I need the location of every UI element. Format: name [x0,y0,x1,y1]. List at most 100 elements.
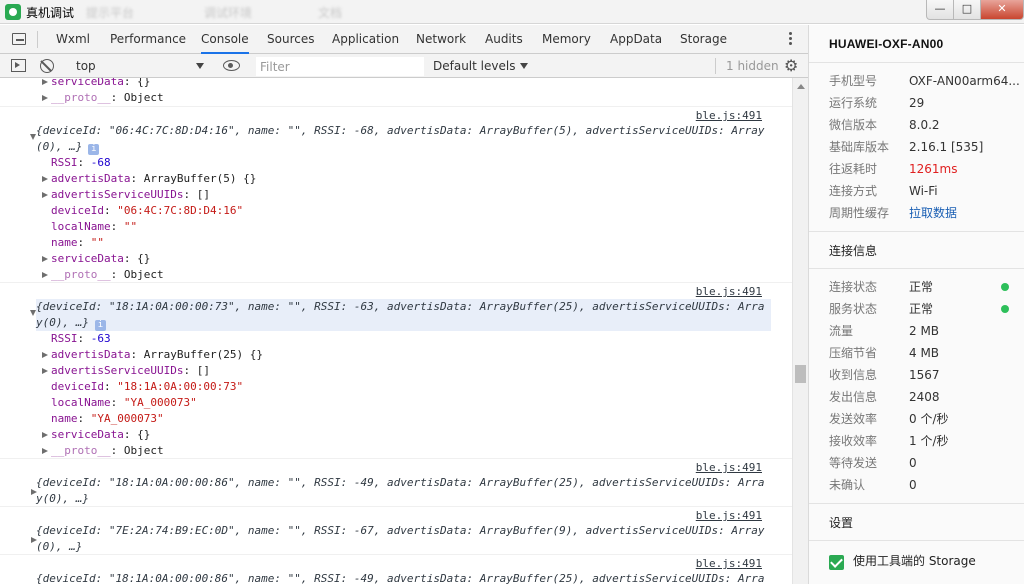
console-toolbar: top Default levels 1 hidden ⚙ [0,54,808,78]
prop-localName: localName: "YA_000073" [51,396,197,409]
scrollbar-thumb[interactable] [795,365,806,383]
prop-advertisData: advertisData: ArrayBuffer(25) {} [51,348,263,361]
info-row-model: 手机型号 OXF-AN00arm64... [829,74,1020,88]
tab-performance[interactable]: Performance [110,25,186,54]
close-button[interactable]: ✕ [980,0,1024,20]
expand-arrow-icon[interactable] [42,368,48,374]
conn-row-pending: 等待发送 0 [829,456,917,470]
device-info-panel: HUAWEI-OXF-AN00 手机型号 OXF-AN00arm64... 运行系… [808,25,1024,584]
devtools: Wxml Performance Console Sources Applica… [0,25,808,584]
tab-network[interactable]: Network [416,25,466,54]
info-row-wechat-version: 微信版本 8.0.2 [829,118,940,132]
context-value: top [76,59,96,73]
info-row-os: 运行系统 29 [829,96,925,110]
prop-RSSI: RSSI: -68 [51,156,111,169]
section-settings: 设置 [829,516,854,530]
background-tab: 文档 [318,6,343,20]
conn-row-status: 连接状态 正常 [829,278,1019,296]
more-vertical-icon[interactable] [789,32,793,48]
expand-arrow-icon[interactable] [42,352,48,358]
divider [809,268,1024,269]
object-summary: {deviceId: "18:1A:0A:00:00:73", name: ""… [36,299,771,331]
expand-arrow-icon[interactable] [42,79,48,85]
inspect-element-icon[interactable] [12,33,26,45]
hidden-count: 1 hidden [726,59,779,73]
source-link[interactable]: ble.js:491 [696,108,762,124]
console-entry[interactable]: ble.js:491 {deviceId: "18:1A:0A:00:00:73… [0,283,792,459]
prop-advertisData: advertisData: ArrayBuffer(5) {} [51,172,257,185]
context-select[interactable]: top [70,56,210,76]
source-link[interactable]: ble.js:491 [696,284,762,300]
divider [809,231,1024,232]
expand-arrow-icon[interactable] [42,448,48,454]
prop-proto: __proto__: Object [51,268,164,281]
info-row-connection-type: 连接方式 Wi-Fi [829,184,938,198]
tab-wxml[interactable]: Wxml [56,25,90,54]
source-link[interactable]: ble.js:491 [696,508,762,524]
console-entry[interactable]: ble.js:491 {deviceId: "18:1A:0A:00:00:86… [0,459,792,507]
console-entry[interactable]: ble.js:491 {deviceId: "18:1A:0A:00:00:86… [0,555,792,584]
expand-arrow-icon[interactable] [42,272,48,278]
info-row-lib-version: 基础库版本 2.16.1 [535] [829,140,984,154]
clear-console-icon[interactable] [40,59,54,73]
conn-row-compression: 压缩节省 4 MB [829,346,940,360]
divider [37,31,38,48]
tab-application[interactable]: Application [332,25,399,54]
object-summary: {deviceId: "18:1A:0A:00:00:86", name: ""… [36,572,765,584]
console-scrollbar[interactable] [792,78,808,584]
minimize-button[interactable]: — [926,0,954,20]
console-output[interactable]: serviceData: {} __proto__: Object ble.js… [0,78,792,584]
live-expression-eye-icon[interactable] [223,60,240,71]
conn-row-receive-rate: 接收效率 1 个/秒 [829,434,949,448]
filter-input[interactable] [256,57,424,76]
prop-proto: __proto__: Object [51,91,164,104]
maximize-button[interactable]: □ [953,0,981,20]
tab-audits[interactable]: Audits [485,25,523,54]
log-levels-label: Default levels [433,59,516,73]
expand-arrow-icon[interactable] [42,432,48,438]
console-settings-gear-icon[interactable]: ⚙ [784,58,800,74]
source-link[interactable]: ble.js:491 [696,460,762,476]
expand-arrow-icon[interactable] [42,176,48,182]
window-title-bar: 真机调试 提示平台 调试环境 文档 — □ ✕ [0,0,1024,24]
show-sidebar-icon[interactable] [11,59,26,72]
console-entry[interactable]: ble.js:491 {deviceId: "06:4C:7C:8D:D4:16… [0,107,792,283]
background-tab: 调试环境 [204,6,253,20]
scroll-up-arrow-icon[interactable] [797,84,805,89]
expand-arrow-icon[interactable] [42,95,48,101]
tab-console[interactable]: Console [201,25,249,54]
source-link[interactable]: ble.js:491 [696,556,762,572]
object-summary: {deviceId: "7E:2A:74:B9:EC:0D", name: ""… [36,524,765,553]
expand-arrow-icon[interactable] [42,256,48,262]
conn-row-sent: 发出信息 2408 [829,390,940,404]
expand-arrow-icon[interactable] [42,192,48,198]
status-ok-dot-icon [1001,305,1009,313]
wechat-devtools-icon [5,4,21,20]
use-tool-storage-label[interactable]: 使用工具端的 Storage [853,552,976,569]
tab-appdata[interactable]: AppData [610,25,662,54]
divider [809,62,1024,63]
use-tool-storage-checkbox[interactable] [829,555,844,570]
tab-storage[interactable]: Storage [680,25,727,54]
prop-serviceData: serviceData: {} [51,78,151,88]
object-summary: {deviceId: "06:4C:7C:8D:D4:16", name: ""… [36,124,765,155]
tab-memory[interactable]: Memory [542,25,591,54]
prop-deviceId: deviceId: "18:1A:0A:00:00:73" [51,380,244,393]
prop-deviceId: deviceId: "06:4C:7C:8D:D4:16" [51,204,244,217]
conn-row-send-rate: 发送效率 0 个/秒 [829,412,949,426]
info-icon: i [94,320,106,331]
device-name: HUAWEI-OXF-AN00 [829,37,944,51]
prop-serviceData: serviceData: {} [51,428,151,441]
prop-serviceData: serviceData: {} [51,252,151,265]
divider [715,58,716,74]
log-levels-dropdown[interactable]: Default levels [433,56,529,76]
prop-localName: localName: "" [51,220,138,233]
devtools-tab-bar: Wxml Performance Console Sources Applica… [0,25,808,54]
tab-sources[interactable]: Sources [267,25,314,54]
prop-advertisServiceUUIDs: advertisServiceUUIDs: [] [51,364,210,377]
info-icon: i [88,144,100,155]
fetch-data-link[interactable]: 拉取数据 [909,204,957,222]
section-connection-info: 连接信息 [829,244,878,258]
console-entry[interactable]: ble.js:491 {deviceId: "7E:2A:74:B9:EC:0D… [0,507,792,555]
info-row-latency: 往返耗时 1261ms [829,162,958,176]
